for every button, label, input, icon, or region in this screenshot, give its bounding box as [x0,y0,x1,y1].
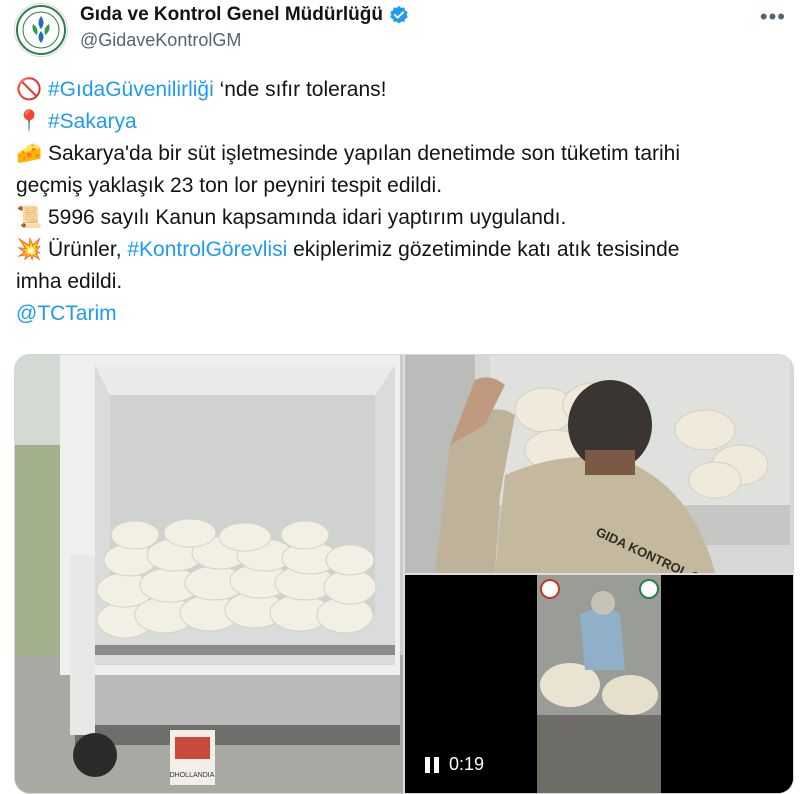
text-line-4: geçmiş yaklaşık 23 ton lor peyniri tespi… [16,174,443,197]
collision-icon: 💥 [16,238,43,261]
author-name-row[interactable]: Gıda ve Kontrol Genel Müdürlüğü [80,4,409,26]
text-line-6-pre: Ürünler, [48,238,128,261]
ministry-emblem-icon [540,579,560,599]
text-line-5-content: 5996 sayılı Kanun kapsamında idari yaptı… [48,206,567,229]
author-avatar[interactable] [14,3,68,57]
media-grid: DHOLLANDIA GIDA KONTROL GÖREVLİ [14,354,794,794]
text-line-3: 🧀 Sakarya'da bir süt işletmesinde yapılan… [16,138,796,170]
more-options-button[interactable]: ••• [760,4,786,30]
text-line-2: 📍 #Sakarya [16,106,796,138]
text-line-6-post: ekiplerimiz gözetiminde katı atık tesisi… [287,238,680,261]
text-line-5: 📜 5996 sayılı Kanun kapsamında idari yapt… [16,202,796,234]
text-line-7: imha edildi. [16,270,123,293]
photo-inspector[interactable]: GIDA KONTROL GÖREVLİ [405,355,793,606]
ministry-logo-icon [16,5,66,55]
inspector-photo-image: GIDA KONTROL GÖREVLİ [405,355,793,606]
hashtag-sakarya[interactable]: #Sakarya [48,110,137,133]
text-line-3-content: Sakarya'da bir süt işletmesinde yapılan … [48,142,680,165]
pin-icon: 📍 [16,110,43,133]
photo-truck[interactable]: DHOLLANDIA [15,355,403,793]
mention-line: @TCTarim [16,298,796,330]
author-handle[interactable]: @GidaveKontrolGM [80,30,241,51]
text-line-1: 🚫 #GıdaGüvenilirliği ‘nde sıfır tolerans! [16,74,796,106]
scroll-icon: 📜 [16,206,43,229]
video-time: 0:19 [449,754,485,774]
prohibited-icon: 🚫 [16,78,43,101]
video-player[interactable]: 0:19 [405,575,793,793]
verified-badge-icon [390,5,408,24]
tweet: Gıda ve Kontrol Genel Müdürlüğü @GidaveK… [0,0,808,794]
text-line-1-rest: ‘nde sıfır tolerans! [213,78,387,101]
tailgate-box-text: DHOLLANDIA [170,772,215,779]
video-controls: 0:19 [425,754,484,775]
mention-tctarim[interactable]: @TCTarim [16,302,117,325]
author-name[interactable]: Gıda ve Kontrol Genel Müdürlüğü [80,4,383,26]
cheese-icon: 🧀 [16,142,43,165]
hashtag-kontrol-gorevlisi[interactable]: #KontrolGörevlisi [127,238,287,261]
truck-photo-image: DHOLLANDIA [15,355,403,793]
tweet-text: 🚫 #GıdaGüvenilirliği ‘nde sıfır tolerans!… [16,74,796,330]
text-line-6: 💥 Ürünler, #KontrolGörevlisi ekiplerimiz … [16,234,796,266]
pause-icon[interactable] [425,756,439,773]
hashtag-gida-guvenilirligi[interactable]: #GıdaGüvenilirliği [48,78,214,101]
gkgm-logo-icon [639,579,659,599]
